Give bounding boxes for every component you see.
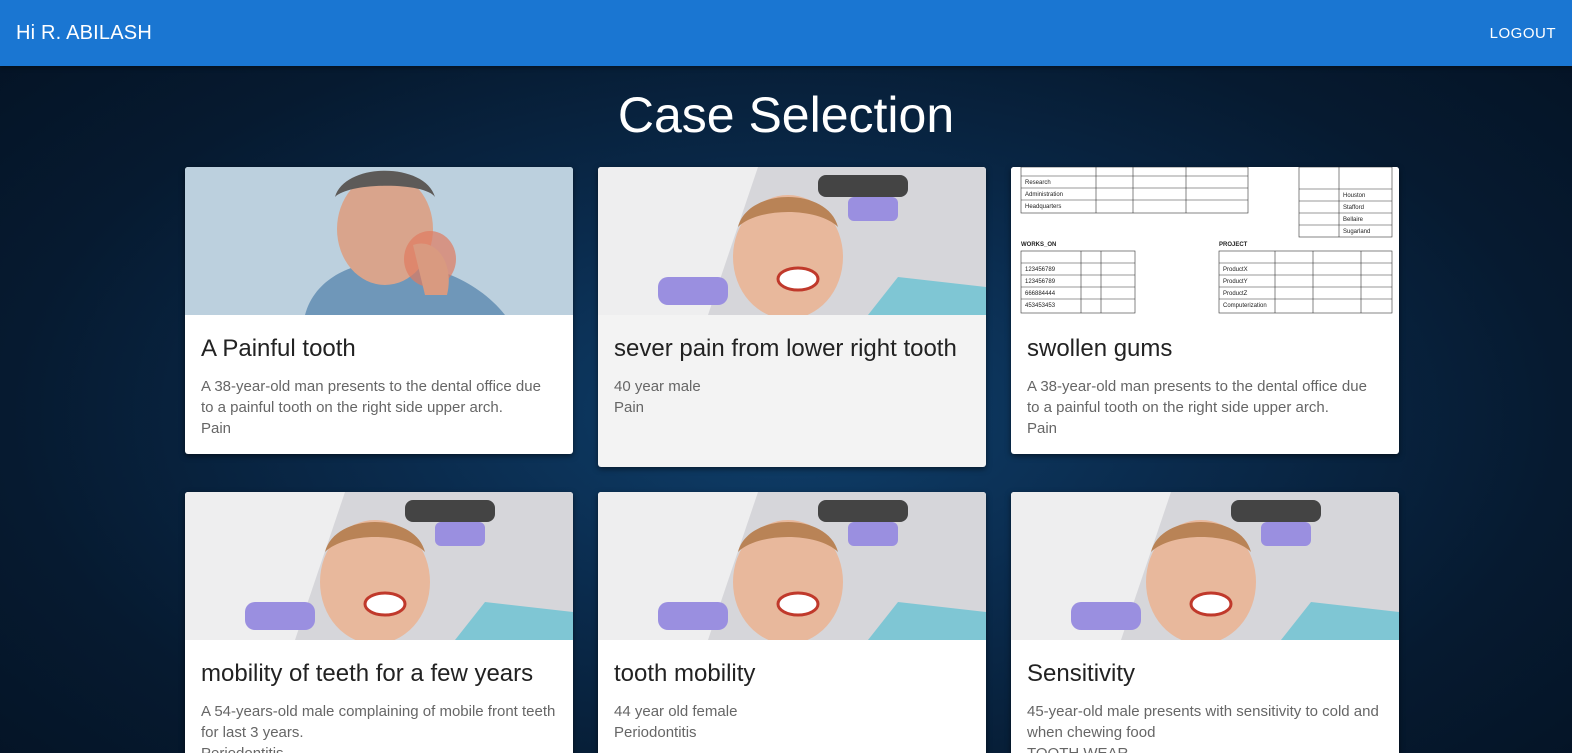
project-row-3: ProductZ <box>1223 291 1248 297</box>
dental-exam-illustration <box>598 167 986 315</box>
case-category: Pain <box>1027 420 1058 437</box>
top-app-bar: Hi R. ABILASH LOGOUT <box>0 0 1572 66</box>
case-category: TOOTH WEAR <box>1027 743 1383 753</box>
project-label: PROJECT <box>1219 242 1248 248</box>
dept-row-3: Headquarters <box>1025 204 1061 210</box>
project-row-2: ProductY <box>1223 279 1248 285</box>
case-description: A 38-year-old man presents to the dental… <box>201 378 541 416</box>
case-image-toothache <box>185 167 573 315</box>
man-holding-jaw-illustration <box>185 167 573 315</box>
case-category: Pain <box>201 420 232 437</box>
case-description: A 38-year-old man presents to the dental… <box>1027 378 1367 416</box>
case-image-database-tables: Research Administration Headquarters WOR… <box>1011 167 1399 315</box>
case-card[interactable]: A Painful tooth A 38-year-old man presen… <box>185 167 573 454</box>
case-title: mobility of teeth for a few years <box>201 660 534 687</box>
dept-row-1: Research <box>1025 180 1051 186</box>
logout-button[interactable]: LOGOUT <box>1490 25 1556 42</box>
project-row-1: ProductX <box>1223 267 1248 273</box>
works-row-4: 453453453 <box>1025 303 1056 309</box>
case-category: Periodontitis <box>614 724 697 741</box>
case-title: tooth mobility <box>614 660 756 687</box>
dental-exam-illustration <box>1011 492 1399 640</box>
dental-exam-illustration <box>598 492 986 640</box>
loc-row-1: Houston <box>1343 193 1365 199</box>
case-description: A 54-years-old male complaining of mobil… <box>201 703 556 741</box>
user-greeting: Hi R. ABILASH <box>16 21 152 44</box>
dept-row-2: Administration <box>1025 192 1063 198</box>
works-row-1: 123456789 <box>1025 267 1056 273</box>
case-card[interactable]: tooth mobility 44 year old female Period… <box>598 492 986 753</box>
loc-row-2: Stafford <box>1343 205 1364 211</box>
case-card[interactable]: sever pain from lower right tooth 40 yea… <box>598 167 986 467</box>
case-image-dental-exam <box>598 167 986 315</box>
case-title: Sensitivity <box>1027 660 1136 687</box>
case-title: swollen gums <box>1027 335 1173 362</box>
project-row-4: Computerization <box>1223 303 1267 309</box>
case-card[interactable]: Research Administration Headquarters WOR… <box>1011 167 1399 454</box>
case-category: Pain <box>614 399 645 416</box>
case-description: 44 year old female <box>614 703 738 720</box>
case-image-dental-exam <box>598 492 986 640</box>
loc-row-3: Bellaire <box>1343 217 1364 223</box>
case-title: A Painful tooth <box>201 335 356 362</box>
works-row-2: 123456789 <box>1025 279 1056 285</box>
page-title: Case Selection <box>617 87 955 143</box>
case-image-dental-exam <box>1011 492 1399 640</box>
works-row-3: 666884444 <box>1025 291 1056 297</box>
dental-exam-illustration <box>185 492 573 640</box>
case-card[interactable]: Sensitivity 45-year-old male presents wi… <box>1011 492 1399 753</box>
loc-row-4: Sugarland <box>1343 229 1370 235</box>
database-tables-illustration: Research Administration Headquarters WOR… <box>1011 167 1399 315</box>
case-description: 40 year male <box>614 378 701 395</box>
case-image-dental-exam <box>185 492 573 640</box>
works-on-label: WORKS_ON <box>1021 242 1056 248</box>
case-description: 45-year-old male presents with sensitivi… <box>1027 703 1379 741</box>
case-card[interactable]: mobility of teeth for a few years A 54-y… <box>185 492 573 753</box>
case-title: sever pain from lower right tooth <box>614 335 957 362</box>
case-category: Periodontitis <box>201 743 557 753</box>
